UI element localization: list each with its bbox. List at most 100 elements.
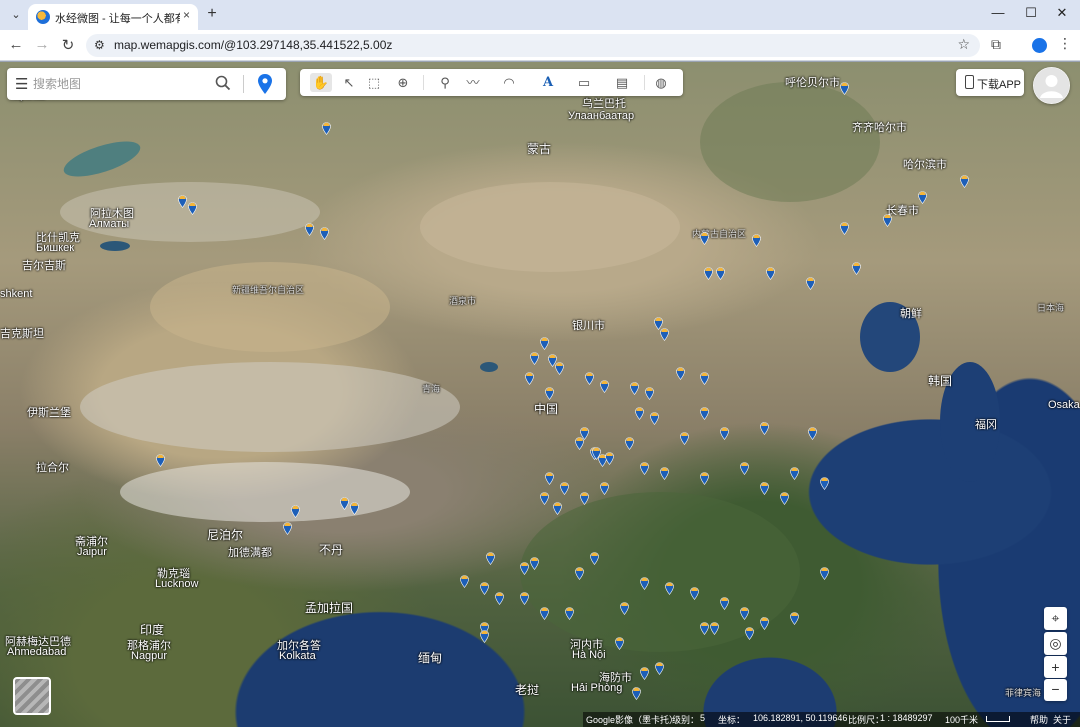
shape-icon[interactable]: ◠ [498, 73, 520, 92]
address-bar[interactable]: ⚙ map.wemapgis.com/@103.297148,35.441522… [86, 34, 980, 57]
station-marker-icon[interactable] [520, 562, 529, 575]
station-marker-icon[interactable] [600, 380, 609, 393]
globe-icon[interactable]: ◍ [650, 73, 672, 92]
station-marker-icon[interactable] [640, 462, 649, 475]
station-marker-icon[interactable] [480, 582, 489, 595]
pointer-icon[interactable]: ↖ [338, 73, 360, 92]
map-canvas[interactable]: Карагаш呼伦贝尔市乌兰巴托Улаанбаатар齐齐哈尔市蒙古哈尔滨市长春… [0, 61, 1080, 727]
tab-close-icon[interactable]: × [183, 8, 190, 22]
station-marker-icon[interactable] [553, 502, 562, 515]
user-avatar[interactable] [1033, 67, 1070, 104]
station-marker-icon[interactable] [790, 612, 799, 625]
ruler-icon[interactable]: ▤ [611, 73, 633, 92]
station-marker-icon[interactable] [540, 607, 549, 620]
station-marker-icon[interactable] [790, 467, 799, 480]
browser-tab-active[interactable]: 水经微图 - 让每一个人都有自己 × [28, 4, 198, 30]
text-icon[interactable]: A [537, 73, 559, 92]
station-marker-icon[interactable] [700, 407, 709, 420]
extensions-icon[interactable]: ⧉ [991, 36, 1001, 53]
station-marker-icon[interactable] [740, 462, 749, 475]
station-marker-icon[interactable] [660, 328, 669, 341]
station-marker-icon[interactable] [540, 492, 549, 505]
station-marker-icon[interactable] [305, 223, 314, 236]
back-arrow-icon[interactable]: ← [6, 36, 26, 53]
zoom-in-button[interactable]: + [1044, 656, 1067, 678]
station-marker-icon[interactable] [960, 175, 969, 188]
site-info-icon[interactable]: ⚙ [94, 38, 105, 52]
station-marker-icon[interactable] [530, 352, 539, 365]
station-marker-icon[interactable] [752, 234, 761, 247]
station-marker-icon[interactable] [766, 267, 775, 280]
station-marker-icon[interactable] [540, 337, 549, 350]
download-app-button[interactable]: 下载APP [956, 69, 1024, 96]
zoom-area-icon[interactable]: ⊕ [392, 73, 414, 92]
station-marker-icon[interactable] [520, 592, 529, 605]
station-marker-icon[interactable] [630, 382, 639, 395]
station-marker-icon[interactable] [760, 617, 769, 630]
station-marker-icon[interactable] [690, 587, 699, 600]
station-marker-icon[interactable] [545, 387, 554, 400]
station-marker-icon[interactable] [640, 667, 649, 680]
station-marker-icon[interactable] [555, 362, 564, 375]
about-link[interactable]: 关于 [1053, 713, 1071, 726]
station-marker-icon[interactable] [716, 267, 725, 280]
station-marker-icon[interactable] [156, 454, 165, 467]
station-marker-icon[interactable] [625, 437, 634, 450]
station-marker-icon[interactable] [660, 467, 669, 480]
station-marker-icon[interactable] [525, 372, 534, 385]
polyline-icon[interactable]: 〰 [462, 73, 484, 92]
tab-search-button[interactable]: ⌄ [6, 5, 26, 25]
map-layers-icon[interactable]: ⌖ [1044, 607, 1067, 630]
station-marker-icon[interactable] [615, 637, 624, 650]
station-marker-icon[interactable] [495, 592, 504, 605]
station-marker-icon[interactable] [806, 277, 815, 290]
minimize-button[interactable]: — [988, 5, 1008, 20]
station-marker-icon[interactable] [460, 575, 469, 588]
station-marker-icon[interactable] [760, 422, 769, 435]
station-marker-icon[interactable] [700, 372, 709, 385]
marker-icon[interactable]: ⚲ [434, 73, 456, 92]
help-link[interactable]: 帮助 [1030, 713, 1048, 726]
station-marker-icon[interactable] [665, 582, 674, 595]
url-text[interactable]: map.wemapgis.com/@103.297148,35.441522,5… [114, 38, 392, 52]
basemap-switcher[interactable] [13, 677, 51, 715]
station-marker-icon[interactable] [645, 387, 654, 400]
hand-icon[interactable]: ✋ [310, 73, 332, 92]
station-marker-icon[interactable] [590, 552, 599, 565]
station-marker-icon[interactable] [820, 567, 829, 580]
station-marker-icon[interactable] [883, 214, 892, 227]
station-marker-icon[interactable] [840, 82, 849, 95]
station-marker-icon[interactable] [178, 195, 187, 208]
station-marker-icon[interactable] [283, 522, 292, 535]
station-marker-icon[interactable] [655, 662, 664, 675]
station-marker-icon[interactable] [600, 482, 609, 495]
station-marker-icon[interactable] [680, 432, 689, 445]
station-marker-icon[interactable] [580, 492, 589, 505]
station-marker-icon[interactable] [188, 202, 197, 215]
station-marker-icon[interactable] [700, 232, 709, 245]
search-icon[interactable] [215, 75, 231, 91]
station-marker-icon[interactable] [575, 567, 584, 580]
station-marker-icon[interactable] [700, 622, 709, 635]
station-marker-icon[interactable] [350, 502, 359, 515]
station-marker-icon[interactable] [918, 191, 927, 204]
browser-menu-icon[interactable]: ⋮ [1058, 35, 1072, 52]
station-marker-icon[interactable] [650, 412, 659, 425]
station-marker-icon[interactable] [585, 372, 594, 385]
search-input[interactable] [33, 74, 213, 94]
station-marker-icon[interactable] [640, 577, 649, 590]
station-marker-icon[interactable] [760, 482, 769, 495]
station-marker-icon[interactable] [322, 122, 331, 135]
select-area-icon[interactable]: ⬚ [363, 73, 385, 92]
station-marker-icon[interactable] [852, 262, 861, 275]
station-marker-icon[interactable] [820, 477, 829, 490]
station-marker-icon[interactable] [840, 222, 849, 235]
new-tab-button[interactable]: + [203, 5, 221, 23]
bookmark-star-icon[interactable]: ☆ [957, 36, 970, 53]
station-marker-icon[interactable] [700, 472, 709, 485]
station-marker-icon[interactable] [710, 622, 719, 635]
station-marker-icon[interactable] [704, 267, 713, 280]
station-marker-icon[interactable] [545, 472, 554, 485]
station-marker-icon[interactable] [676, 367, 685, 380]
profile-icon[interactable] [1032, 38, 1047, 53]
